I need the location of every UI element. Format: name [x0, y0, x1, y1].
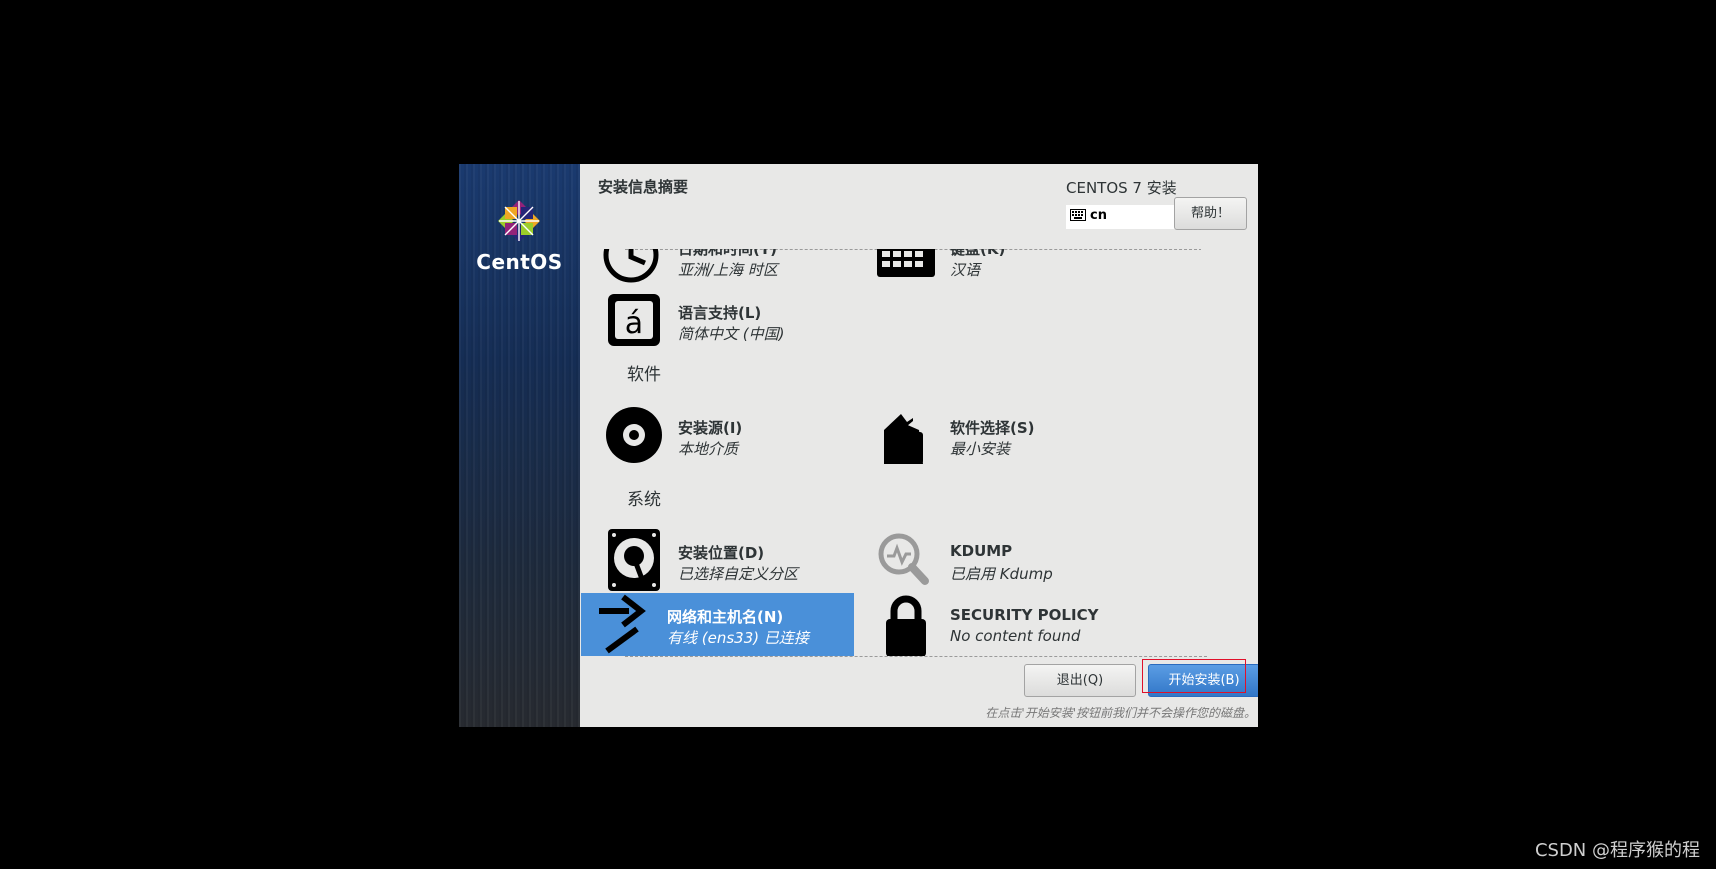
spoke-software-selection-title: 软件选择(S) [950, 419, 1035, 437]
language-icon: á [608, 294, 660, 346]
clock-icon [603, 249, 659, 283]
spoke-network-hostname-status: 有线 (ens33) 已连接 [667, 629, 809, 647]
annotation-highlight-box [1142, 659, 1246, 693]
spoke-security-policy-title: SECURITY POLICY [950, 606, 1099, 624]
product-title: CENTOS 7 安装 [1066, 179, 1177, 197]
spoke-network-hostname-title: 网络和主机名(N) [667, 608, 784, 626]
keyboard-layout-indicator[interactable]: cn [1066, 205, 1186, 229]
help-button[interactable]: 帮助！ [1174, 197, 1247, 230]
package-icon [884, 414, 923, 464]
spoke-datetime[interactable]: 日期和时间(T) 亚洲/上海 时区 [585, 249, 865, 289]
disc-icon [606, 407, 662, 463]
spoke-language[interactable]: á 语言支持(L) 简体中文 (中国) [585, 289, 865, 353]
spoke-security-policy-status: No content found [950, 627, 1081, 645]
svg-text:á: á [625, 306, 643, 341]
spoke-network-hostname[interactable]: 网络和主机名(N) 有线 (ens33) 已连接 [581, 593, 854, 656]
disk-safety-note: 在点击'开始安装'按钮前我们并不会操作您的磁盘。 [985, 706, 1256, 720]
page-title: 安装信息摘要 [598, 178, 689, 196]
spoke-software-selection-status: 最小安装 [950, 440, 1011, 458]
magnifier-icon [878, 533, 929, 585]
spoke-datetime-status: 亚洲/上海 时区 [678, 261, 778, 279]
keyboard-layout-label: cn [1090, 208, 1107, 223]
keyboard-icon [877, 249, 935, 277]
harddisk-icon [608, 529, 660, 591]
spoke-software-selection[interactable]: 软件选择(S) 最小安装 [857, 404, 1137, 468]
spoke-install-source-status: 本地介质 [678, 440, 739, 458]
section-software-label: 软件 [627, 365, 661, 385]
spoke-security-policy[interactable]: SECURITY POLICY No content found [857, 593, 1137, 656]
sidebar: CentOS [459, 164, 580, 727]
spokes-scroll-area[interactable]: 日期和时间(T) 亚洲/上海 时区 键盘(K) 汉语 á 语言支持(L) 简体中… [581, 249, 1201, 656]
spoke-language-status: 简体中文 (中国) [678, 325, 785, 343]
spoke-kdump[interactable]: KDUMP 已启用 Kdump [857, 529, 1137, 593]
lock-icon [886, 595, 926, 656]
network-arrows-icon [599, 594, 646, 654]
centos-logo-icon [498, 200, 540, 242]
spoke-keyboard-title: 键盘(K) [950, 249, 1006, 258]
quit-button[interactable]: 退出(Q) [1024, 664, 1136, 697]
spoke-install-destination-title: 安装位置(D) [678, 544, 765, 562]
spoke-install-destination[interactable]: 安装位置(D) 已选择自定义分区 [585, 529, 865, 593]
spoke-keyboard-status: 汉语 [950, 261, 981, 279]
centos-logo-text: CentOS [476, 250, 563, 274]
spoke-install-source-title: 安装源(I) [678, 419, 743, 437]
spoke-language-title: 语言支持(L) [678, 304, 762, 322]
spoke-datetime-title: 日期和时间(T) [678, 249, 777, 258]
csdn-watermark: CSDN @程序猴的程 [1534, 840, 1700, 861]
spoke-kdump-status: 已启用 Kdump [950, 565, 1053, 583]
scroll-bottom-divider [625, 656, 1207, 657]
spoke-install-destination-status: 已选择自定义分区 [678, 565, 799, 583]
spoke-kdump-title: KDUMP [950, 542, 1013, 560]
section-system-label: 系统 [627, 490, 661, 510]
spoke-keyboard[interactable]: 键盘(K) 汉语 [857, 249, 1137, 289]
keyboard-small-icon [1070, 209, 1086, 221]
installer-window: CentOS 安装信息摘要 CENTOS 7 安装 cn 帮助！ 日期和时间(T… [459, 164, 1258, 727]
spoke-install-source[interactable]: 安装源(I) 本地介质 [585, 404, 865, 468]
